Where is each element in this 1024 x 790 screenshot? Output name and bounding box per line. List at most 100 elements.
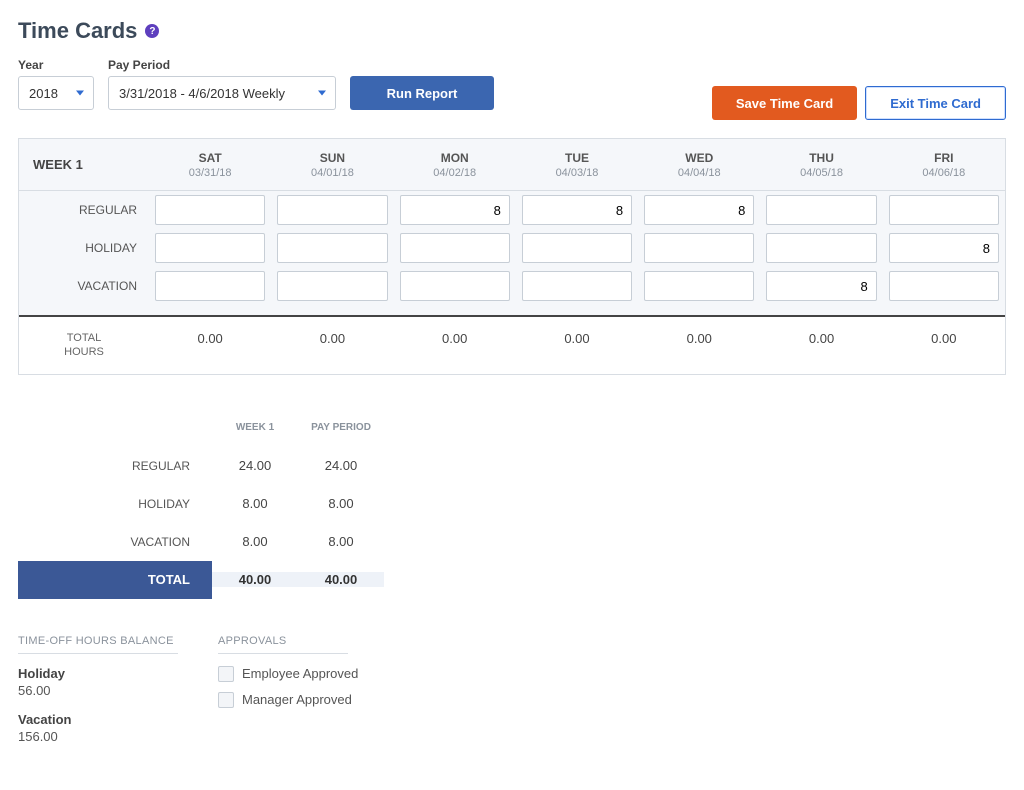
page-title: Time Cards ?: [18, 18, 1006, 44]
day-header: FRI 04/06/18: [883, 139, 1005, 190]
save-button[interactable]: Save Time Card: [712, 86, 857, 120]
day-header: MON 04/02/18: [394, 139, 516, 190]
day-date: 04/05/18: [766, 167, 876, 179]
day-header: TUE 04/03/18: [516, 139, 638, 190]
approval-row: Manager Approved: [218, 692, 358, 708]
summary-table: WEEK 1 PAY PERIOD REGULAR 24.00 24.00 HO…: [18, 409, 384, 599]
balances-title: TIME-OFF HOURS BALANCE: [18, 635, 178, 654]
help-icon[interactable]: ?: [145, 24, 159, 38]
balances-section: TIME-OFF HOURS BALANCE Holiday 56.00 Vac…: [18, 635, 178, 758]
summary-row: HOLIDAY 8.00 8.00: [18, 485, 384, 523]
approval-row: Employee Approved: [218, 666, 358, 682]
hours-input[interactable]: [766, 195, 876, 225]
hours-input[interactable]: [889, 233, 999, 263]
grid-row-holiday: HOLIDAY: [19, 229, 1005, 267]
exit-button[interactable]: Exit Time Card: [865, 86, 1006, 120]
week-label: WEEK 1: [19, 139, 149, 190]
row-label: VACATION: [19, 279, 149, 293]
total-cell: 0.00: [149, 331, 271, 360]
checkbox[interactable]: [218, 666, 234, 682]
bottom-section: TIME-OFF HOURS BALANCE Holiday 56.00 Vac…: [18, 635, 1006, 758]
hours-input[interactable]: [277, 271, 387, 301]
year-label: Year: [18, 58, 94, 72]
hours-input[interactable]: [766, 271, 876, 301]
right-buttons: Save Time Card Exit Time Card: [712, 86, 1006, 120]
grid-body: REGULAR HOLIDAY VACATION: [19, 191, 1005, 315]
balance-item: Vacation 156.00: [18, 712, 178, 744]
total-cell: 0.00: [760, 331, 882, 360]
total-cell: 0.00: [883, 331, 1005, 360]
hours-input[interactable]: [400, 233, 510, 263]
summary-value: 8.00: [298, 534, 384, 549]
summary-total-value: 40.00: [298, 572, 384, 587]
period-value: 3/31/2018 - 4/6/2018 Weekly: [119, 86, 285, 101]
day-date: 04/02/18: [400, 167, 510, 179]
period-select[interactable]: 3/31/2018 - 4/6/2018 Weekly: [108, 76, 336, 110]
hours-input[interactable]: [277, 233, 387, 263]
grid-row-regular: REGULAR: [19, 191, 1005, 229]
run-report-button[interactable]: Run Report: [350, 76, 494, 110]
total-cell: 0.00: [516, 331, 638, 360]
balance-value: 156.00: [18, 729, 178, 744]
summary-value: 24.00: [212, 458, 298, 473]
period-field: Pay Period 3/31/2018 - 4/6/2018 Weekly: [108, 58, 336, 110]
day-header: SAT 03/31/18: [149, 139, 271, 190]
day-date: 04/03/18: [522, 167, 632, 179]
hours-input[interactable]: [277, 195, 387, 225]
summary-row: VACATION 8.00 8.00: [18, 523, 384, 561]
day-date: 03/31/18: [155, 167, 265, 179]
grid-total-row: TOTAL HOURS 0.00 0.00 0.00 0.00 0.00 0.0…: [19, 315, 1005, 374]
year-value: 2018: [29, 86, 58, 101]
summary-row: REGULAR 24.00 24.00: [18, 447, 384, 485]
hours-input[interactable]: [155, 195, 265, 225]
hours-input[interactable]: [522, 195, 632, 225]
hours-input[interactable]: [522, 271, 632, 301]
total-cell: 0.00: [271, 331, 393, 360]
timecard-grid: WEEK 1 SAT 03/31/18 SUN 04/01/18 MON 04/…: [18, 138, 1006, 375]
summary-label: REGULAR: [18, 459, 212, 473]
approvals-section: APPROVALS Employee Approved Manager Appr…: [218, 635, 358, 758]
balance-item: Holiday 56.00: [18, 666, 178, 698]
total-cell: 0.00: [394, 331, 516, 360]
summary-col-header: PAY PERIOD: [298, 422, 384, 433]
checkbox[interactable]: [218, 692, 234, 708]
summary-value: 8.00: [298, 496, 384, 511]
row-label: HOLIDAY: [19, 241, 149, 255]
summary-value: 8.00: [212, 496, 298, 511]
hours-input[interactable]: [400, 195, 510, 225]
approval-label: Employee Approved: [242, 666, 358, 681]
summary-value: 8.00: [212, 534, 298, 549]
hours-input[interactable]: [766, 233, 876, 263]
hours-input[interactable]: [522, 233, 632, 263]
day-date: 04/06/18: [889, 167, 999, 179]
hours-input[interactable]: [889, 271, 999, 301]
hours-input[interactable]: [644, 271, 754, 301]
day-name: WED: [644, 151, 754, 165]
row-label: REGULAR: [19, 203, 149, 217]
year-select[interactable]: 2018: [18, 76, 94, 110]
controls-row: Year 2018 Pay Period 3/31/2018 - 4/6/201…: [18, 58, 1006, 110]
approval-label: Manager Approved: [242, 692, 352, 707]
balance-name: Holiday: [18, 666, 178, 681]
summary-value: 24.00: [298, 458, 384, 473]
balance-name: Vacation: [18, 712, 178, 727]
day-date: 04/04/18: [644, 167, 754, 179]
day-header: THU 04/05/18: [760, 139, 882, 190]
hours-input[interactable]: [644, 195, 754, 225]
balance-value: 56.00: [18, 683, 178, 698]
day-name: MON: [400, 151, 510, 165]
summary-label: VACATION: [18, 535, 212, 549]
hours-input[interactable]: [155, 271, 265, 301]
chevron-down-icon: [318, 91, 326, 96]
hours-input[interactable]: [400, 271, 510, 301]
grid-header: WEEK 1 SAT 03/31/18 SUN 04/01/18 MON 04/…: [19, 139, 1005, 191]
page-title-text: Time Cards: [18, 18, 137, 44]
summary-total-row: TOTAL 40.00 40.00: [18, 561, 384, 599]
summary-col-header: WEEK 1: [212, 422, 298, 433]
hours-input[interactable]: [889, 195, 999, 225]
day-date: 04/01/18: [277, 167, 387, 179]
day-name: TUE: [522, 151, 632, 165]
hours-input[interactable]: [644, 233, 754, 263]
hours-input[interactable]: [155, 233, 265, 263]
year-field: Year 2018: [18, 58, 94, 110]
